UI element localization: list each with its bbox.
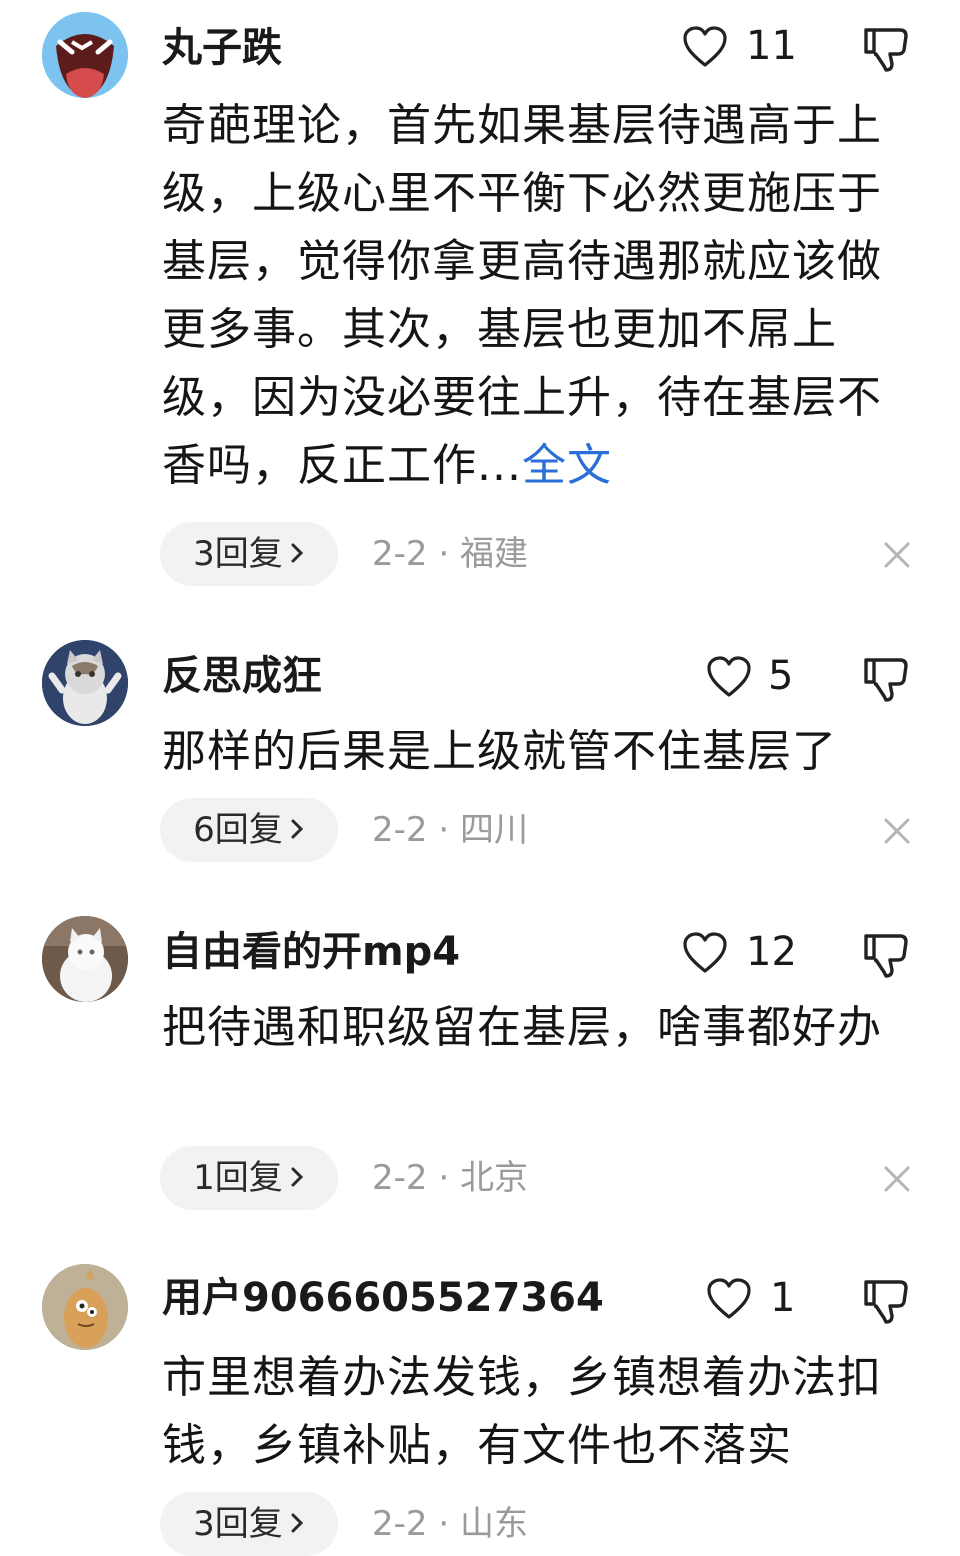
- username[interactable]: 反思成狂: [162, 652, 322, 700]
- heart-outline-icon[interactable]: [706, 1278, 752, 1320]
- close-icon[interactable]: [882, 1164, 912, 1194]
- reply-count-button[interactable]: 6回复: [160, 798, 338, 862]
- close-icon[interactable]: [882, 816, 912, 846]
- comment-meta: 2-2 · 福建: [372, 534, 528, 574]
- thumbs-down-icon[interactable]: [862, 26, 910, 72]
- comment-text: 市里想着办法发钱，乡镇想着办法扣钱，乡镇补贴，有文件也不落实: [162, 1352, 882, 1471]
- reply-count-label: 6回复: [193, 810, 283, 850]
- reply-count-button[interactable]: 3回复: [160, 522, 338, 586]
- avatar[interactable]: [42, 916, 128, 1002]
- username[interactable]: 用户9066605527364: [162, 1274, 604, 1322]
- crying-face-avatar-icon: [42, 12, 128, 98]
- reply-count-label: 1回复: [193, 1158, 283, 1198]
- username[interactable]: 自由看的开mp4: [162, 928, 460, 976]
- heart-outline-icon[interactable]: [706, 656, 752, 698]
- avatar[interactable]: [42, 640, 128, 726]
- like-count: 1: [770, 1275, 796, 1321]
- comment-meta: 2-2 · 北京: [372, 1158, 528, 1198]
- thumbs-down-icon[interactable]: [862, 932, 910, 978]
- chevron-right-icon: [289, 798, 305, 862]
- comment-meta: 2-2 · 山东: [372, 1504, 528, 1544]
- like-count: 5: [768, 653, 794, 699]
- comment-item: 自由看的开mp4 12 把待遇和职级留在基层，啥事都好办 1回复 2-2 · 北…: [0, 900, 960, 1240]
- reply-count-label: 3回复: [193, 534, 283, 574]
- comment-text: 把待遇和职级留在基层，啥事都好办: [162, 1002, 882, 1053]
- expand-full-text-link[interactable]: 全文: [522, 440, 612, 491]
- comment-body: 奇葩理论，首先如果基层待遇高于上级，上级心里不平衡下必然更施压于基层，觉得你拿更…: [162, 100, 882, 491]
- cartoon-character-avatar-icon: [42, 1264, 128, 1350]
- chevron-right-icon: [289, 1146, 305, 1210]
- comment-text: 那样的后果是上级就管不住基层了: [162, 726, 837, 777]
- chevron-right-icon: [289, 522, 305, 586]
- thumbs-down-icon[interactable]: [862, 656, 910, 702]
- comment-meta: 2-2 · 四川: [372, 810, 528, 850]
- username[interactable]: 丸子跌: [162, 24, 282, 72]
- thumbs-down-icon[interactable]: [862, 1278, 910, 1324]
- white-cat-avatar-icon: [42, 916, 128, 1002]
- cat-avatar-icon: [42, 640, 128, 726]
- reply-count-button[interactable]: 3回复: [160, 1492, 338, 1556]
- like-count: 11: [746, 23, 797, 69]
- avatar[interactable]: [42, 12, 128, 98]
- heart-outline-icon[interactable]: [682, 932, 728, 974]
- avatar[interactable]: [42, 1264, 128, 1350]
- heart-outline-icon[interactable]: [682, 26, 728, 68]
- comment-item: 用户9066605527364 1 市里想着办法发钱，乡镇想着办法扣钱，乡镇补贴…: [0, 1240, 960, 1556]
- like-count: 12: [746, 929, 797, 975]
- comment-item: 丸子跌 11 奇葩理论，首先如果基层待遇高于上级，上级心里不平衡下必然更施压于基…: [0, 0, 960, 600]
- chevron-right-icon: [289, 1492, 305, 1556]
- reply-count-button[interactable]: 1回复: [160, 1146, 338, 1210]
- close-icon[interactable]: [882, 540, 912, 570]
- reply-count-label: 3回复: [193, 1504, 283, 1544]
- comment-text: 奇葩理论，首先如果基层待遇高于上级，上级心里不平衡下必然更施压于基层，觉得你拿更…: [162, 92, 892, 500]
- comment-item: 反思成狂 5 那样的后果是上级就管不住基层了 6回复 2-2 · 四川: [0, 600, 960, 900]
